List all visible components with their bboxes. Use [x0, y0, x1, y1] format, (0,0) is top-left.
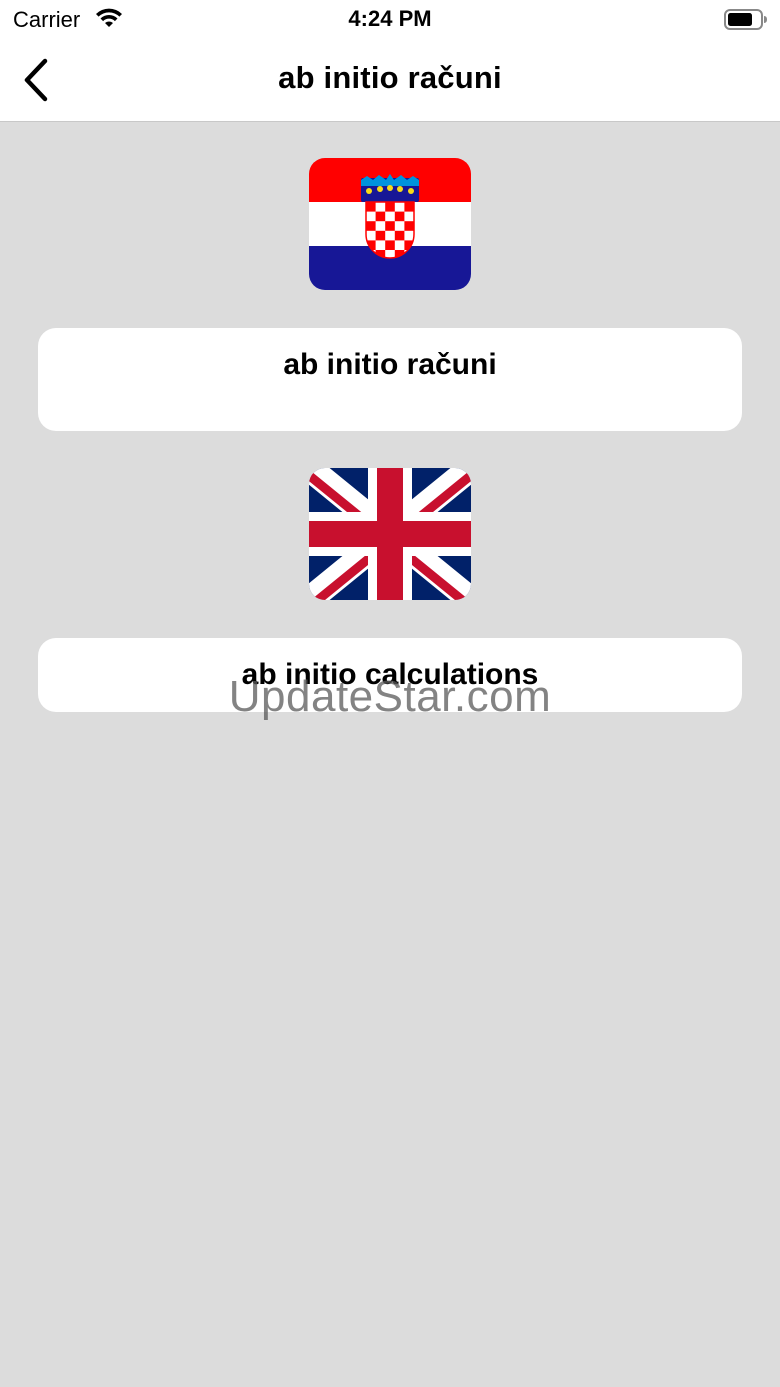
language-label-english: ab initio calculations [241, 658, 539, 691]
language-label-croatian: ab initio računi [283, 348, 497, 381]
battery-icon [724, 9, 768, 36]
croatia-flag-icon [309, 158, 471, 290]
status-bar: Carrier 4:24 PM [0, 0, 780, 40]
uk-flag-icon [309, 468, 471, 600]
status-time: 4:24 PM [348, 6, 432, 31]
language-option-english[interactable]: ab initio calculations [38, 638, 742, 712]
page-title: ab initio računi [278, 60, 502, 95]
navigation-bar: ab initio računi [0, 40, 780, 122]
language-option-croatian[interactable]: ab initio računi [38, 328, 742, 431]
